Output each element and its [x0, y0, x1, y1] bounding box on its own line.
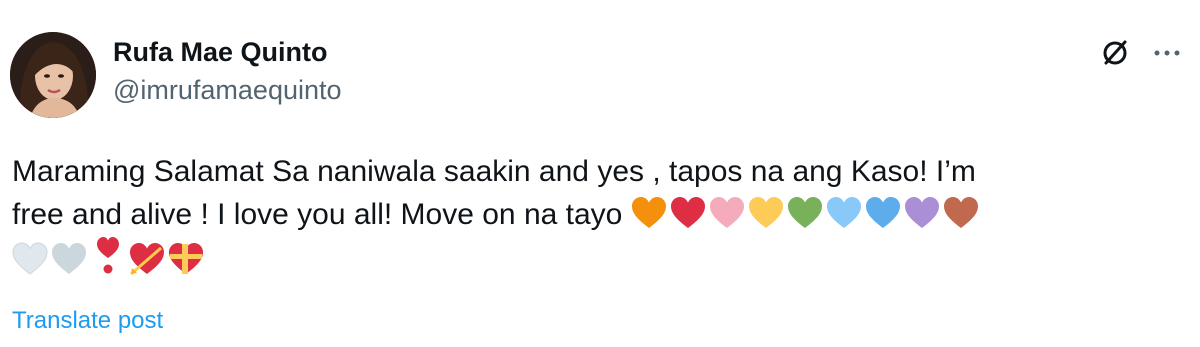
tweet-text-line-2-text: free and alive ! I love you all! Move on…	[12, 198, 623, 231]
orange-heart-icon	[631, 196, 667, 230]
translate-post-link[interactable]: Translate post	[12, 307, 163, 335]
author-block: Rufa Mae Quinto @imrufamaequinto	[113, 36, 342, 106]
avatar[interactable]	[10, 32, 96, 118]
red-heart-icon	[670, 196, 706, 230]
light-blue-heart-icon	[826, 196, 862, 230]
tweet-card: Rufa Mae Quinto @imrufamaequinto Maramin…	[0, 0, 1200, 347]
more-options-icon[interactable]	[1154, 48, 1180, 58]
grok-icon[interactable]	[1100, 38, 1130, 68]
blue-heart-icon	[865, 196, 901, 230]
tweet-actions	[1100, 38, 1180, 68]
exclamation-heart-icon	[90, 236, 126, 276]
tweet-text-line-2: free and alive ! I love you all! Move on…	[12, 193, 1187, 236]
heart-with-arrow-icon	[129, 242, 165, 276]
tweet-text-line-1: Maraming Salamat Sa naniwala saakin and …	[12, 155, 976, 188]
pink-heart-icon	[709, 196, 745, 230]
purple-heart-icon	[904, 196, 940, 230]
yellow-heart-icon	[748, 196, 784, 230]
author-handle[interactable]: @imrufamaequinto	[113, 74, 342, 106]
inline-emojis	[631, 196, 982, 231]
brown-heart-icon	[943, 196, 979, 230]
white-heart-icon	[12, 242, 48, 276]
tweet-text: Maraming Salamat Sa naniwala saakin and …	[12, 150, 1187, 284]
green-heart-icon	[787, 196, 823, 230]
grey-heart-icon	[51, 242, 87, 276]
author-name[interactable]: Rufa Mae Quinto	[113, 36, 342, 68]
heart-with-ribbon-icon	[168, 242, 204, 276]
emoji-row	[12, 236, 1187, 284]
